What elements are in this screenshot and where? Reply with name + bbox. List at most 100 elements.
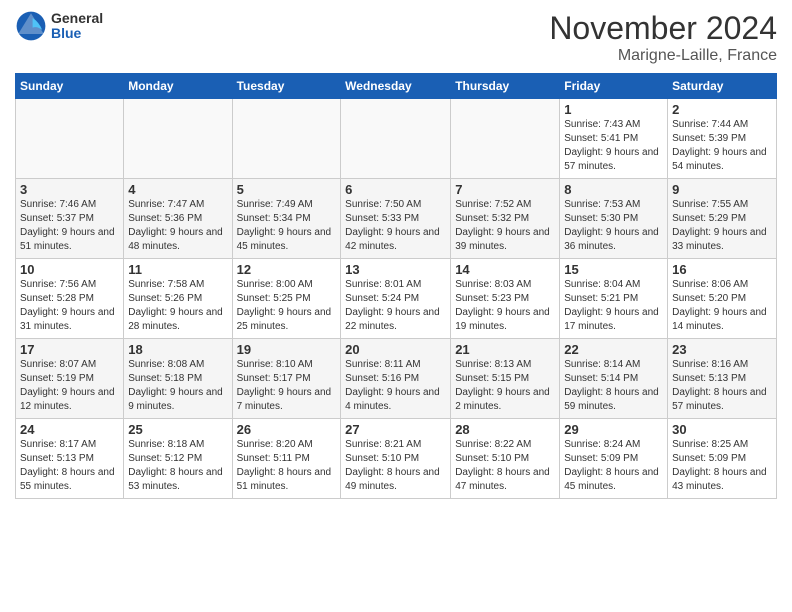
logo-blue: Blue (51, 26, 103, 41)
header-friday: Friday (560, 74, 668, 99)
day-info: Sunrise: 7:56 AM Sunset: 5:28 PM Dayligh… (20, 278, 119, 334)
header-wednesday: Wednesday (341, 74, 451, 99)
day-number: 1 (564, 102, 663, 117)
day-number: 10 (20, 262, 119, 277)
table-cell: 28Sunrise: 8:22 AM Sunset: 5:10 PM Dayli… (451, 419, 560, 499)
table-cell (16, 99, 124, 179)
day-number: 9 (672, 182, 772, 197)
table-cell: 3Sunrise: 7:46 AM Sunset: 5:37 PM Daylig… (16, 179, 124, 259)
location-title: Marigne-Laille, France (549, 47, 777, 65)
day-info: Sunrise: 7:44 AM Sunset: 5:39 PM Dayligh… (672, 118, 772, 174)
day-number: 18 (128, 342, 227, 357)
title-area: November 2024 Marigne-Laille, France (549, 10, 777, 65)
header-monday: Monday (124, 74, 232, 99)
logo-text: General Blue (51, 11, 103, 42)
day-info: Sunrise: 7:47 AM Sunset: 5:36 PM Dayligh… (128, 198, 227, 254)
day-number: 23 (672, 342, 772, 357)
day-info: Sunrise: 8:16 AM Sunset: 5:13 PM Dayligh… (672, 358, 772, 414)
table-cell: 14Sunrise: 8:03 AM Sunset: 5:23 PM Dayli… (451, 259, 560, 339)
week-row-1: 3Sunrise: 7:46 AM Sunset: 5:37 PM Daylig… (16, 179, 777, 259)
table-cell: 21Sunrise: 8:13 AM Sunset: 5:15 PM Dayli… (451, 339, 560, 419)
day-number: 11 (128, 262, 227, 277)
day-number: 4 (128, 182, 227, 197)
day-number: 25 (128, 422, 227, 437)
table-cell: 19Sunrise: 8:10 AM Sunset: 5:17 PM Dayli… (232, 339, 341, 419)
table-cell: 18Sunrise: 8:08 AM Sunset: 5:18 PM Dayli… (124, 339, 232, 419)
table-cell: 12Sunrise: 8:00 AM Sunset: 5:25 PM Dayli… (232, 259, 341, 339)
week-row-2: 10Sunrise: 7:56 AM Sunset: 5:28 PM Dayli… (16, 259, 777, 339)
table-cell: 4Sunrise: 7:47 AM Sunset: 5:36 PM Daylig… (124, 179, 232, 259)
day-number: 3 (20, 182, 119, 197)
table-cell: 6Sunrise: 7:50 AM Sunset: 5:33 PM Daylig… (341, 179, 451, 259)
day-info: Sunrise: 7:52 AM Sunset: 5:32 PM Dayligh… (455, 198, 555, 254)
table-cell: 30Sunrise: 8:25 AM Sunset: 5:09 PM Dayli… (668, 419, 777, 499)
header-tuesday: Tuesday (232, 74, 341, 99)
logo-general: General (51, 11, 103, 26)
header-saturday: Saturday (668, 74, 777, 99)
day-info: Sunrise: 8:04 AM Sunset: 5:21 PM Dayligh… (564, 278, 663, 334)
week-row-0: 1Sunrise: 7:43 AM Sunset: 5:41 PM Daylig… (16, 99, 777, 179)
day-info: Sunrise: 8:18 AM Sunset: 5:12 PM Dayligh… (128, 438, 227, 494)
day-number: 12 (237, 262, 337, 277)
day-number: 2 (672, 102, 772, 117)
table-cell: 5Sunrise: 7:49 AM Sunset: 5:34 PM Daylig… (232, 179, 341, 259)
table-cell: 26Sunrise: 8:20 AM Sunset: 5:11 PM Dayli… (232, 419, 341, 499)
header-thursday: Thursday (451, 74, 560, 99)
table-cell: 1Sunrise: 7:43 AM Sunset: 5:41 PM Daylig… (560, 99, 668, 179)
day-number: 28 (455, 422, 555, 437)
day-info: Sunrise: 8:24 AM Sunset: 5:09 PM Dayligh… (564, 438, 663, 494)
day-number: 21 (455, 342, 555, 357)
day-info: Sunrise: 7:50 AM Sunset: 5:33 PM Dayligh… (345, 198, 446, 254)
table-cell (341, 99, 451, 179)
month-title: November 2024 (549, 10, 777, 47)
day-info: Sunrise: 8:01 AM Sunset: 5:24 PM Dayligh… (345, 278, 446, 334)
day-number: 24 (20, 422, 119, 437)
day-info: Sunrise: 8:00 AM Sunset: 5:25 PM Dayligh… (237, 278, 337, 334)
week-row-4: 24Sunrise: 8:17 AM Sunset: 5:13 PM Dayli… (16, 419, 777, 499)
day-number: 22 (564, 342, 663, 357)
day-info: Sunrise: 8:03 AM Sunset: 5:23 PM Dayligh… (455, 278, 555, 334)
day-info: Sunrise: 8:22 AM Sunset: 5:10 PM Dayligh… (455, 438, 555, 494)
table-cell: 29Sunrise: 8:24 AM Sunset: 5:09 PM Dayli… (560, 419, 668, 499)
day-number: 8 (564, 182, 663, 197)
day-number: 7 (455, 182, 555, 197)
table-cell: 8Sunrise: 7:53 AM Sunset: 5:30 PM Daylig… (560, 179, 668, 259)
table-cell: 2Sunrise: 7:44 AM Sunset: 5:39 PM Daylig… (668, 99, 777, 179)
day-info: Sunrise: 8:11 AM Sunset: 5:16 PM Dayligh… (345, 358, 446, 414)
day-info: Sunrise: 7:58 AM Sunset: 5:26 PM Dayligh… (128, 278, 227, 334)
table-cell: 9Sunrise: 7:55 AM Sunset: 5:29 PM Daylig… (668, 179, 777, 259)
day-info: Sunrise: 8:08 AM Sunset: 5:18 PM Dayligh… (128, 358, 227, 414)
day-info: Sunrise: 8:25 AM Sunset: 5:09 PM Dayligh… (672, 438, 772, 494)
day-number: 29 (564, 422, 663, 437)
day-number: 30 (672, 422, 772, 437)
day-number: 5 (237, 182, 337, 197)
table-cell: 17Sunrise: 8:07 AM Sunset: 5:19 PM Dayli… (16, 339, 124, 419)
logo: General Blue (15, 10, 103, 42)
day-info: Sunrise: 7:46 AM Sunset: 5:37 PM Dayligh… (20, 198, 119, 254)
logo-icon (15, 10, 47, 42)
day-info: Sunrise: 8:14 AM Sunset: 5:14 PM Dayligh… (564, 358, 663, 414)
day-info: Sunrise: 8:13 AM Sunset: 5:15 PM Dayligh… (455, 358, 555, 414)
table-cell: 10Sunrise: 7:56 AM Sunset: 5:28 PM Dayli… (16, 259, 124, 339)
day-info: Sunrise: 7:49 AM Sunset: 5:34 PM Dayligh… (237, 198, 337, 254)
table-cell (451, 99, 560, 179)
table-cell: 27Sunrise: 8:21 AM Sunset: 5:10 PM Dayli… (341, 419, 451, 499)
calendar: Sunday Monday Tuesday Wednesday Thursday… (15, 73, 777, 499)
day-info: Sunrise: 8:06 AM Sunset: 5:20 PM Dayligh… (672, 278, 772, 334)
day-info: Sunrise: 8:17 AM Sunset: 5:13 PM Dayligh… (20, 438, 119, 494)
day-info: Sunrise: 8:20 AM Sunset: 5:11 PM Dayligh… (237, 438, 337, 494)
table-cell: 22Sunrise: 8:14 AM Sunset: 5:14 PM Dayli… (560, 339, 668, 419)
header: General Blue November 2024 Marigne-Laill… (15, 10, 777, 65)
day-number: 6 (345, 182, 446, 197)
table-cell: 16Sunrise: 8:06 AM Sunset: 5:20 PM Dayli… (668, 259, 777, 339)
week-row-3: 17Sunrise: 8:07 AM Sunset: 5:19 PM Dayli… (16, 339, 777, 419)
day-number: 27 (345, 422, 446, 437)
day-number: 13 (345, 262, 446, 277)
table-cell (232, 99, 341, 179)
header-sunday: Sunday (16, 74, 124, 99)
table-cell: 20Sunrise: 8:11 AM Sunset: 5:16 PM Dayli… (341, 339, 451, 419)
day-info: Sunrise: 7:43 AM Sunset: 5:41 PM Dayligh… (564, 118, 663, 174)
table-cell: 13Sunrise: 8:01 AM Sunset: 5:24 PM Dayli… (341, 259, 451, 339)
table-cell: 23Sunrise: 8:16 AM Sunset: 5:13 PM Dayli… (668, 339, 777, 419)
day-number: 15 (564, 262, 663, 277)
